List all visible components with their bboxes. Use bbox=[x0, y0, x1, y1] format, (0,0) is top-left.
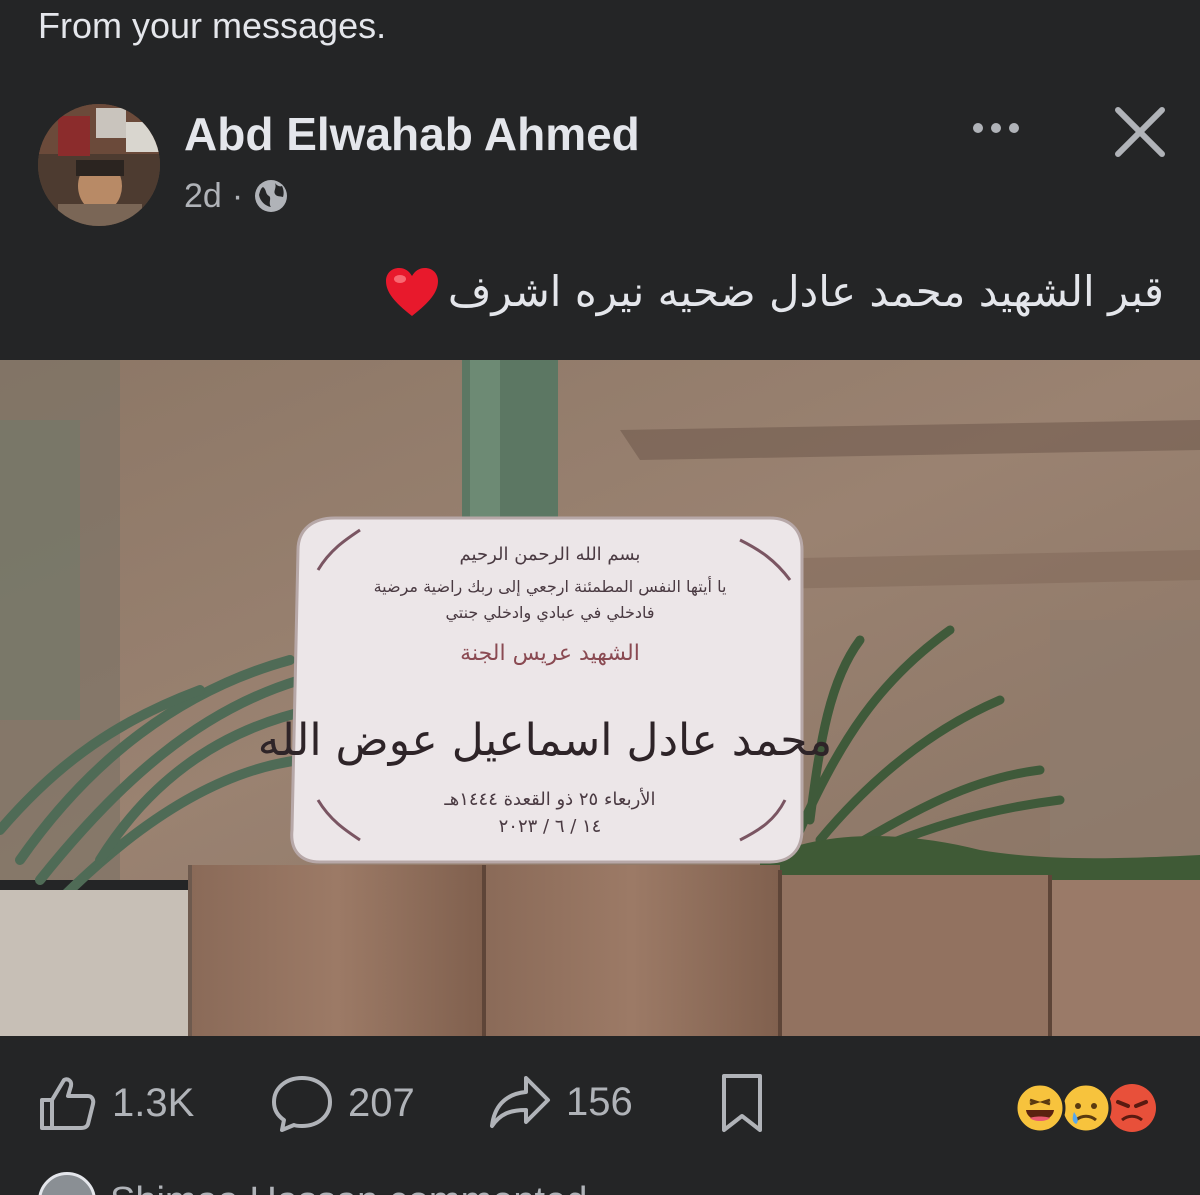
angry-emoji bbox=[1108, 1084, 1156, 1132]
commenter-avatar bbox=[38, 1172, 96, 1195]
like-button[interactable]: 1.3K bbox=[36, 1072, 194, 1134]
share-button[interactable]: 156 bbox=[488, 1072, 633, 1132]
dot bbox=[973, 123, 983, 133]
plaque-line-1: بسم الله الرحمن الرحيم bbox=[460, 544, 641, 565]
haha-emoji bbox=[1014, 1082, 1066, 1134]
bookmark-icon bbox=[722, 1074, 762, 1132]
sad-emoji bbox=[1060, 1082, 1112, 1134]
post-view: From your messages. Abd Elwahab Ahmed 2d… bbox=[0, 0, 1200, 1195]
post-actions: 1.3K 207 156 bbox=[0, 1040, 1200, 1170]
author-avatar[interactable] bbox=[38, 104, 160, 226]
plaque-line-3: فادخلي في عبادي وادخلي جنتي bbox=[445, 603, 654, 623]
comment-bubble-icon bbox=[272, 1076, 332, 1132]
plaque-line-4: الشهيد عريس الجنة bbox=[460, 641, 640, 666]
globe-icon bbox=[255, 180, 288, 212]
comment-button[interactable]: 207 bbox=[270, 1072, 415, 1134]
dot bbox=[1009, 123, 1019, 133]
dot bbox=[991, 123, 1001, 133]
reaction-summary[interactable] bbox=[1006, 1078, 1166, 1138]
plaque-line-7: ١٤ / ٦ / ٢٠٢٣ bbox=[499, 816, 602, 837]
red-heart-icon bbox=[385, 268, 438, 316]
share-arrow-icon bbox=[490, 1076, 550, 1128]
section-header: From your messages. bbox=[38, 5, 387, 46]
author-name[interactable]: Abd Elwahab Ahmed bbox=[184, 106, 640, 162]
share-count: 156 bbox=[566, 1079, 633, 1124]
post-time[interactable]: 2d bbox=[184, 172, 222, 220]
next-comment-preview[interactable]: Shimaa Hassan commented bbox=[38, 1172, 587, 1195]
comment-count: 207 bbox=[348, 1080, 415, 1125]
plaque-line-5: محمد عادل اسماعيل عوض الله bbox=[258, 715, 832, 766]
caption-text: قبر الشهيد محمد عادل ضحيه نيره اشرف bbox=[447, 267, 1164, 316]
plaque-line-6: الأربعاء ٢٥ ذو القعدة ١٤٤٤هـ bbox=[443, 788, 655, 810]
grave-photo: بسم الله الرحمن الرحيم يا أيتها النفس ال… bbox=[0, 360, 1200, 1036]
thumbs-up-icon bbox=[40, 1077, 96, 1130]
more-options-button[interactable] bbox=[960, 108, 1032, 148]
close-icon[interactable] bbox=[1108, 100, 1172, 164]
like-count: 1.3K bbox=[112, 1080, 195, 1125]
post-meta: 2d · bbox=[184, 172, 289, 220]
post-caption: قبر الشهيد محمد عادل ضحيه نيره اشرف bbox=[384, 262, 1164, 322]
next-comment-text: Shimaa Hassan commented bbox=[110, 1180, 587, 1195]
avatar-image bbox=[38, 104, 160, 226]
save-button[interactable] bbox=[716, 1072, 768, 1134]
plaque-line-2: يا أيتها النفس المطمئنة ارجعي إلى ربك را… bbox=[374, 576, 727, 597]
meta-separator: · bbox=[231, 177, 244, 215]
post-photo[interactable]: بسم الله الرحمن الرحيم يا أيتها النفس ال… bbox=[0, 360, 1200, 1036]
